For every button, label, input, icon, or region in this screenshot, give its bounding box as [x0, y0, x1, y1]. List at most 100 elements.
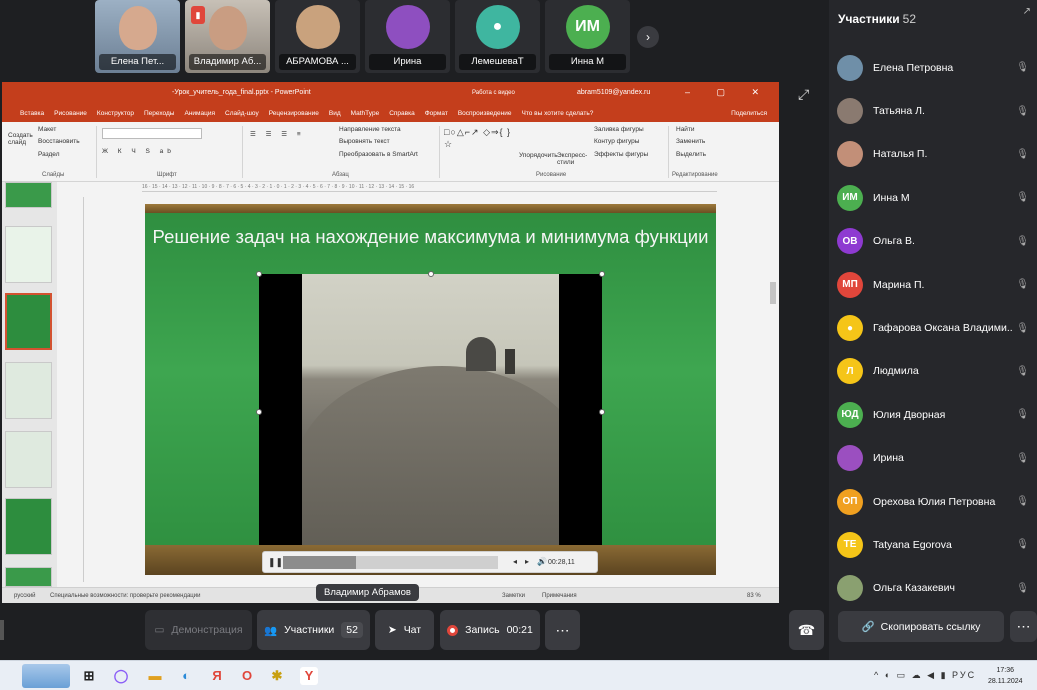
tab-playback[interactable]: Воспроизведение	[458, 110, 512, 117]
participant-row[interactable]: Ирина 🎙	[837, 437, 1033, 480]
participant-row[interactable]: ТЕ Tatyana Egorova 🎙	[837, 523, 1033, 566]
mic-muted-icon[interactable]: 🎙	[1016, 62, 1029, 73]
pin-icon[interactable]: ↗	[1023, 6, 1031, 17]
slide-thumbnail[interactable]	[5, 182, 52, 208]
participant-row[interactable]: ОВ Ольга В. 🎙	[837, 220, 1033, 263]
select-button[interactable]: Выделить	[676, 151, 706, 158]
mic-muted-icon[interactable]: 🎙	[1016, 409, 1029, 420]
arrange-button[interactable]: Упорядочить	[519, 152, 558, 159]
participant-row[interactable]: Ольга Казакевич 🎙	[837, 567, 1033, 610]
chat-button[interactable]: ➤ Чат	[375, 610, 434, 650]
font-format-icons[interactable]: Ж К Ч S ab	[102, 148, 175, 155]
section-button[interactable]: Раздел	[38, 151, 59, 158]
text-direction-button[interactable]: Направление текста	[339, 126, 401, 133]
tell-me-search[interactable]: Что вы хотите сделать?	[521, 110, 593, 117]
yandex-browser-icon[interactable]: Y	[300, 667, 318, 685]
accessibility-status[interactable]: Специальные возможности: проверьте реком…	[50, 593, 200, 599]
resize-handle[interactable]	[256, 271, 262, 277]
video-tile[interactable]: Елена Пет...	[95, 0, 180, 73]
chevron-right-icon[interactable]: ›	[637, 26, 659, 48]
pause-icon[interactable]: ❚❚	[268, 557, 283, 568]
more-icon[interactable]: ⋯	[545, 610, 580, 650]
tab-animations[interactable]: Анимация	[184, 110, 215, 117]
explorer-icon[interactable]: ▬	[146, 667, 164, 685]
tab-review[interactable]: Рецензирование	[269, 110, 319, 117]
input-language[interactable]: РУС	[952, 670, 976, 680]
tab-transitions[interactable]: Переходы	[144, 110, 175, 117]
resize-handle[interactable]	[256, 409, 262, 415]
expand-icon[interactable]: ⤢	[798, 86, 809, 103]
slide-thumbnail[interactable]	[5, 362, 52, 419]
participants-button[interactable]: 👥 Участники 52	[257, 610, 370, 650]
notes-button[interactable]: Заметки	[502, 593, 525, 599]
tab-design[interactable]: Конструктор	[97, 110, 134, 117]
reset-button[interactable]: Восстановить	[38, 138, 80, 145]
video-progress[interactable]	[283, 556, 498, 569]
mic-muted-icon[interactable]: 🎙	[1016, 583, 1029, 594]
mic-muted-icon[interactable]: 🎙	[1016, 106, 1029, 117]
shape-fill-button[interactable]: Заливка фигуры	[594, 126, 644, 133]
mic-muted-icon[interactable]: 🎙	[1016, 323, 1029, 334]
hangup-icon[interactable]: ☎	[789, 610, 824, 650]
mic-muted-icon[interactable]: 🎙	[1016, 149, 1029, 160]
layout-button[interactable]: Макет	[38, 126, 56, 133]
start-logo[interactable]	[22, 664, 70, 688]
resize-handle[interactable]	[599, 271, 605, 277]
tab-draw[interactable]: Рисование	[54, 110, 87, 117]
find-button[interactable]: Найти	[676, 126, 695, 133]
participant-row[interactable]: Елена Петровна 🎙	[837, 46, 1033, 89]
video-tile[interactable]: ▮ Владимир Аб...	[185, 0, 270, 73]
video-tile[interactable]: ● ЛемешеваТ	[455, 0, 540, 73]
window-controls[interactable]: – ▢ ✕	[685, 87, 771, 98]
taskbar-clock[interactable]: 17:36 28.11.2024	[988, 665, 1023, 687]
participant-row[interactable]: Татьяна Л. 🎙	[837, 89, 1033, 132]
participant-row[interactable]: ОП Орехова Юлия Петровна 🎙	[837, 480, 1033, 523]
yandex-icon[interactable]: Я	[208, 667, 226, 685]
zoom-level[interactable]: 83 %	[747, 593, 761, 599]
mic-muted-icon[interactable]: 🎙	[1016, 192, 1029, 203]
list-icons[interactable]: ☰ ☰ ☰ ≡	[250, 130, 305, 138]
slide-canvas[interactable]: Решение задач на нахождение максимума и …	[145, 204, 716, 575]
video-tile[interactable]: Ирина	[365, 0, 450, 73]
video-object[interactable]	[259, 274, 602, 551]
tab-insert[interactable]: Вставка	[20, 110, 44, 117]
participant-row[interactable]: МП Марина П. 🎙	[837, 263, 1033, 306]
record-button[interactable]: Запись 00:21	[440, 610, 540, 650]
slide-thumbnail[interactable]	[5, 498, 52, 555]
alice-icon[interactable]: ◯	[112, 667, 130, 685]
tab-slideshow[interactable]: Слайд-шоу	[225, 110, 259, 117]
task-view-icon[interactable]: ⊞	[80, 667, 98, 685]
participant-row[interactable]: ● Гафарова Оксана Владими... 🎙	[837, 306, 1033, 349]
scrollbar-thumb[interactable]	[770, 282, 776, 304]
share-button[interactable]: Поделиться	[731, 110, 767, 117]
copy-link-button[interactable]: 🔗 Скопировать ссылку	[838, 611, 1004, 642]
mic-muted-icon[interactable]: 🎙	[1016, 496, 1029, 507]
resize-handle[interactable]	[599, 409, 605, 415]
mic-muted-icon[interactable]: 🎙	[1016, 539, 1029, 550]
participant-row[interactable]: ЮД Юлия Дворная 🎙	[837, 393, 1033, 436]
slide-thumbnail[interactable]	[5, 226, 52, 283]
participant-row[interactable]: Л Людмила 🎙	[837, 350, 1033, 393]
shape-effects-button[interactable]: Эффекты фигуры	[594, 151, 648, 158]
smartart-button[interactable]: Преобразовать в SmartArt	[339, 151, 418, 158]
yandex-music-icon[interactable]: ✱	[268, 667, 286, 685]
tab-format[interactable]: Формат	[425, 110, 448, 117]
align-text-button[interactable]: Выровнять текст	[339, 138, 390, 145]
shapes-gallery[interactable]: □○△⌐↗ ◇⇒{ }☆	[444, 126, 514, 150]
system-tray[interactable]: ^ ◐ ▭ ☁ ◀ ▮ РУС	[874, 670, 976, 681]
comments-button[interactable]: Примечания	[542, 593, 577, 599]
opera-icon[interactable]: O	[238, 667, 256, 685]
scrollbar[interactable]	[770, 182, 776, 587]
shape-outline-button[interactable]: Контур фигуры	[594, 138, 639, 145]
resize-handle[interactable]	[428, 271, 434, 277]
tab-view[interactable]: Вид	[329, 110, 341, 117]
tab-mathtype[interactable]: MathType	[351, 110, 380, 117]
replace-button[interactable]: Заменить	[676, 138, 705, 145]
edge-icon[interactable]: ◐	[177, 667, 195, 685]
mic-muted-icon[interactable]: 🎙	[1016, 279, 1029, 290]
new-slide-button[interactable]: Создать слайд	[8, 132, 36, 146]
language-status[interactable]: русский	[14, 593, 36, 599]
slide-thumbnail[interactable]	[5, 567, 52, 587]
slide-thumbnail-active[interactable]	[5, 293, 52, 350]
video-tile[interactable]: АБРАМОВА ...	[275, 0, 360, 73]
